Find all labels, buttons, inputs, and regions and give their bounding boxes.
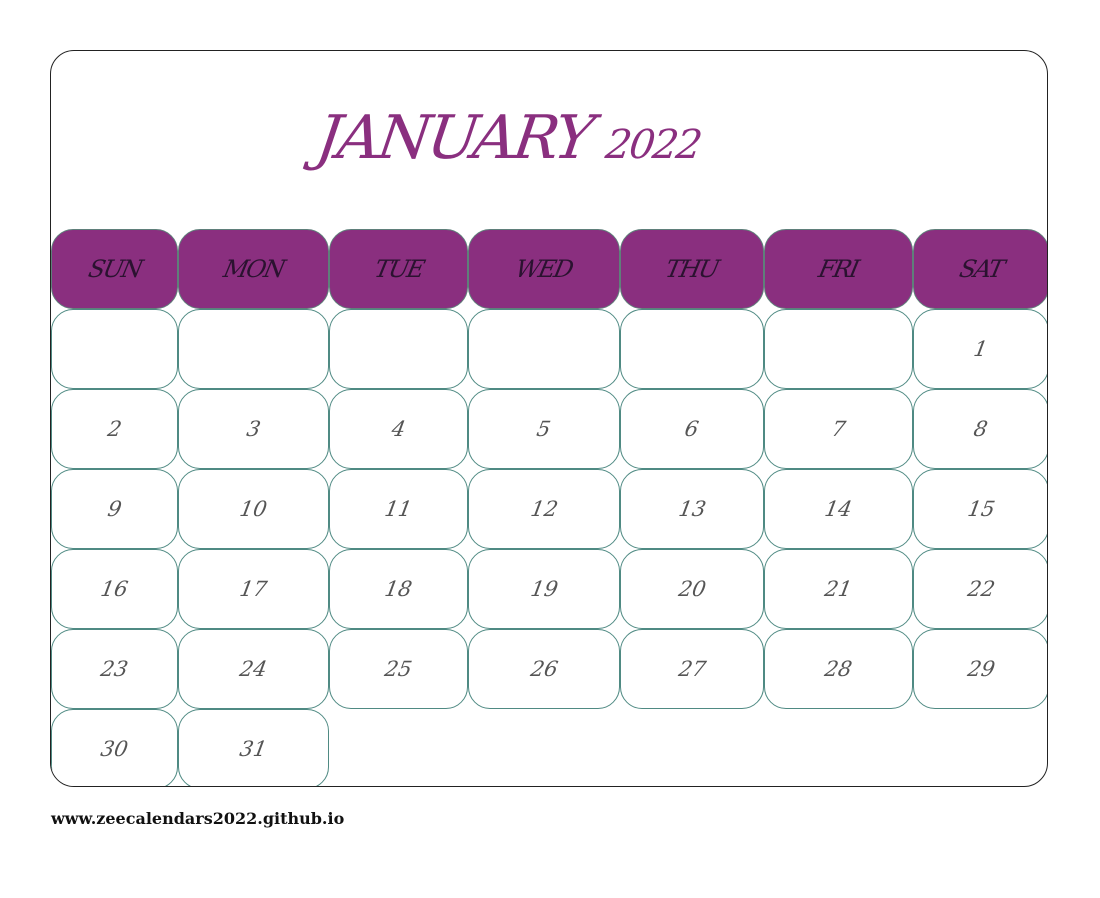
day-number: 9 — [105, 497, 124, 521]
day-cell[interactable]: 2 — [51, 389, 178, 469]
day-cell[interactable]: 3 — [178, 389, 329, 469]
day-cell[interactable]: 17 — [178, 549, 329, 629]
weekday-label: FRI — [816, 255, 861, 283]
day-number: 25 — [383, 657, 414, 681]
day-number: 20 — [676, 577, 708, 601]
day-number: 1 — [972, 337, 990, 361]
day-cell[interactable]: 9 — [51, 469, 178, 549]
weekday-label: SAT — [956, 255, 1006, 283]
day-number: 24 — [238, 657, 269, 681]
footer-url[interactable]: www.zeecalendars2022.github.io — [51, 809, 344, 828]
day-number: 31 — [238, 737, 269, 761]
calendar-frame: JANUARY 2022 SUN MON TUE WED THU FRI SAT 1 2 3 4 5 6… — [50, 50, 1048, 787]
calendar-title: JANUARY 2022 — [304, 103, 714, 173]
weekday-label: WED — [513, 255, 575, 283]
day-cell[interactable]: 4 — [329, 389, 468, 469]
day-cell[interactable]: 30 — [51, 709, 178, 786]
day-number: 23 — [99, 657, 130, 681]
day-cell[interactable]: 28 — [764, 629, 913, 709]
day-cell[interactable]: 6 — [620, 389, 764, 469]
day-cell[interactable]: 15 — [913, 469, 1047, 549]
weekday-header-0: SUN — [51, 229, 178, 309]
day-number: 29 — [965, 657, 997, 681]
day-cell[interactable]: 27 — [620, 629, 764, 709]
day-number: 22 — [965, 577, 997, 601]
day-cell[interactable]: 31 — [178, 709, 329, 786]
day-number: 4 — [389, 417, 408, 441]
day-number: 21 — [823, 577, 854, 601]
day-cell[interactable]: 13 — [620, 469, 764, 549]
day-cell[interactable]: 23 — [51, 629, 178, 709]
day-cell[interactable]: 24 — [178, 629, 329, 709]
day-cell[interactable]: 10 — [178, 469, 329, 549]
day-cell[interactable]: 25 — [329, 629, 468, 709]
day-cell[interactable]: 22 — [913, 549, 1047, 629]
weekday-header-4: THU — [620, 229, 764, 309]
day-number: 16 — [99, 577, 130, 601]
day-number: 5 — [535, 417, 553, 441]
weekday-label: MON — [220, 255, 287, 283]
day-number: 10 — [238, 497, 269, 521]
day-cell[interactable] — [620, 309, 764, 389]
day-number: 7 — [829, 417, 848, 441]
day-cell[interactable]: 26 — [468, 629, 620, 709]
weekday-header-3: WED — [468, 229, 620, 309]
weekday-label: THU — [663, 255, 721, 283]
day-number: 17 — [238, 577, 269, 601]
day-cell[interactable]: 29 — [913, 629, 1047, 709]
day-number: 8 — [972, 417, 990, 441]
day-cell[interactable]: 18 — [329, 549, 468, 629]
day-number: 30 — [99, 737, 130, 761]
weekday-label: SUN — [85, 255, 144, 283]
day-number: 6 — [683, 417, 701, 441]
weekday-header-1: MON — [178, 229, 329, 309]
day-number: 3 — [244, 417, 263, 441]
weekday-header-2: TUE — [329, 229, 468, 309]
weekday-header-5: FRI — [764, 229, 913, 309]
day-number: 11 — [383, 497, 414, 521]
weekday-label: TUE — [371, 255, 426, 283]
day-cell[interactable]: 8 — [913, 389, 1047, 469]
day-cell[interactable]: 16 — [51, 549, 178, 629]
day-cell[interactable]: 21 — [764, 549, 913, 629]
day-cell[interactable]: 12 — [468, 469, 620, 549]
year-label: 2022 — [602, 122, 704, 168]
day-cell[interactable]: 14 — [764, 469, 913, 549]
day-cell[interactable] — [468, 309, 620, 389]
day-number: 28 — [823, 657, 854, 681]
day-cell[interactable]: 19 — [468, 549, 620, 629]
day-number: 27 — [676, 657, 708, 681]
day-cell[interactable]: 5 — [468, 389, 620, 469]
day-number: 26 — [528, 657, 560, 681]
day-cell[interactable] — [764, 309, 913, 389]
weekday-header-6: SAT — [913, 229, 1047, 309]
day-cell[interactable]: 1 — [913, 309, 1047, 389]
day-number: 18 — [383, 577, 414, 601]
day-cell[interactable]: 20 — [620, 549, 764, 629]
day-number: 14 — [823, 497, 854, 521]
calendar-page: JANUARY 2022 SUN MON TUE WED THU FRI SAT 1 2 3 4 5 6… — [0, 0, 1100, 898]
day-number: 2 — [105, 417, 124, 441]
day-number: 12 — [528, 497, 560, 521]
day-cell[interactable]: 11 — [329, 469, 468, 549]
day-cell[interactable]: 7 — [764, 389, 913, 469]
month-name: JANUARY — [312, 103, 596, 173]
day-number: 13 — [676, 497, 708, 521]
day-cell[interactable] — [178, 309, 329, 389]
day-number: 15 — [965, 497, 997, 521]
day-cell[interactable] — [51, 309, 178, 389]
day-number: 19 — [528, 577, 560, 601]
day-cell[interactable] — [329, 309, 468, 389]
